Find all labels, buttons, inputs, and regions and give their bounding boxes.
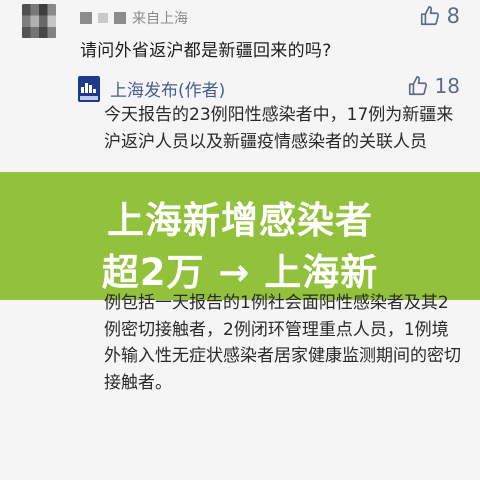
comment-text: 请问外省返沪都是新疆回来的吗?	[80, 41, 332, 61]
reply-author[interactable]: 上海发布(作者)	[110, 76, 225, 101]
like-count: 8	[446, 4, 460, 28]
banner-headline-line1: 上海新增感染者	[107, 199, 373, 242]
masked-username-block	[80, 12, 92, 24]
user-meta: 来自上海	[80, 8, 188, 28]
like-count: 18	[434, 74, 460, 98]
thumbs-up-icon	[408, 76, 427, 96]
like-button-reply[interactable]: 18	[407, 74, 460, 98]
publisher-avatar-icon[interactable]	[78, 76, 100, 102]
reply-text-bottom: 例包括一天报告的1例社会面阳性感染者及其2例密切接触者，2例闭环管理重点人员，1…	[104, 293, 461, 393]
like-button-top[interactable]: 8	[419, 4, 460, 28]
reply-text-top: 今天报告的23例阳性感染者中，17例为新疆来沪返沪人员以及新疆疫情感染者的关联人…	[104, 105, 454, 152]
masked-username-block	[98, 13, 108, 23]
overlay-banner: 上海新增感染者 超2万 → 上海新	[0, 172, 480, 300]
thumbs-up-icon	[420, 6, 439, 26]
user-avatar[interactable]	[22, 4, 56, 38]
banner-headline-line2: 超2万 → 上海新	[101, 251, 379, 294]
comment-source: 来自上海	[132, 11, 188, 27]
masked-username-block	[114, 12, 126, 24]
